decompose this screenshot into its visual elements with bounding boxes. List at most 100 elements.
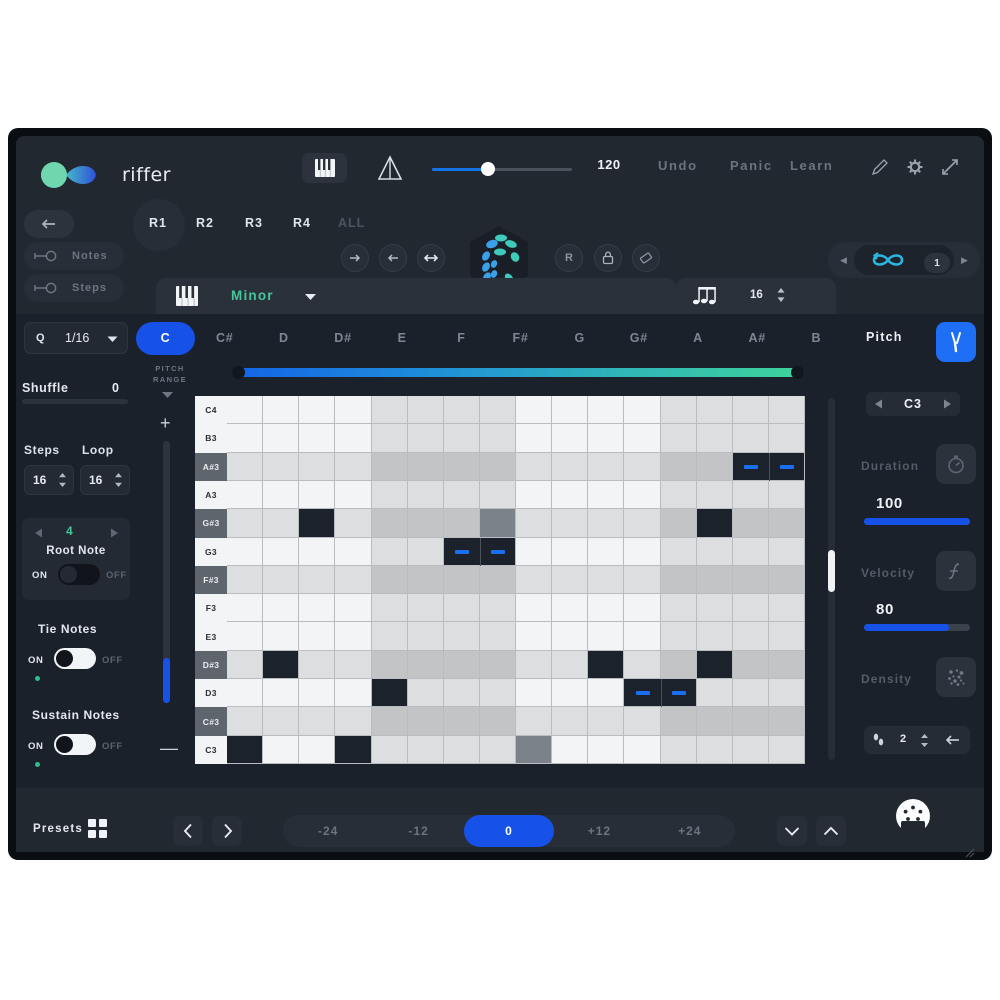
loop-prev-button[interactable]: ◀	[840, 255, 847, 266]
grid-cell[interactable]	[588, 481, 624, 509]
note-header-Csharp[interactable]: C#	[195, 322, 254, 355]
grid-cell[interactable]	[516, 424, 552, 452]
grid-cell[interactable]	[263, 622, 299, 650]
piano-roll-grid[interactable]	[227, 396, 805, 764]
grid-cell[interactable]	[661, 707, 697, 735]
grid-cell[interactable]	[480, 566, 516, 594]
grid-cell[interactable]	[552, 707, 588, 735]
tempo-slider[interactable]	[432, 166, 572, 172]
root-note-toggle[interactable]	[58, 564, 100, 585]
grid-cell[interactable]	[263, 453, 299, 481]
loop-count-selector[interactable]: ◀ 1 ▶	[828, 242, 980, 278]
note-header-G[interactable]: G	[550, 322, 609, 355]
grid-cell[interactable]	[444, 622, 480, 650]
grid-cell[interactable]	[516, 594, 552, 622]
grid-cell[interactable]	[588, 622, 624, 650]
piano-roll-scrollbar-thumb[interactable]	[828, 550, 835, 592]
grid-cell-highlight[interactable]	[516, 736, 552, 764]
grid-cell[interactable]	[624, 509, 660, 537]
note-header-E[interactable]: E	[373, 322, 432, 355]
note-block[interactable]	[227, 736, 262, 763]
piano-key-G3[interactable]: G3	[195, 538, 227, 566]
grid-cell[interactable]	[552, 538, 588, 566]
transpose-option-minus24[interactable]: -24	[283, 815, 373, 847]
grid-cell[interactable]	[624, 453, 660, 481]
grid-cell[interactable]	[299, 622, 335, 650]
grid-cell[interactable]	[588, 594, 624, 622]
settings-button[interactable]	[904, 156, 926, 178]
grid-cell[interactable]	[408, 679, 444, 707]
pitch-step-selector[interactable]: C3	[866, 392, 960, 416]
loop-stepper[interactable]: 16	[80, 465, 130, 495]
grid-cell[interactable]	[263, 424, 299, 452]
note-tie-marker[interactable]	[636, 691, 650, 695]
piano-key-Dsharp3[interactable]: D#3	[195, 651, 227, 679]
grid-cell[interactable]	[408, 509, 444, 537]
pencil-button[interactable]	[869, 156, 891, 178]
grid-cell[interactable]	[408, 396, 444, 424]
grid-cell[interactable]	[227, 453, 263, 481]
grid-cell[interactable]	[769, 538, 805, 566]
grid-cell[interactable]	[769, 622, 805, 650]
piano-key-Asharp3[interactable]: A#3	[195, 453, 227, 481]
grid-cell[interactable]	[588, 396, 624, 424]
grid-cell[interactable]	[588, 707, 624, 735]
grid-cell[interactable]	[444, 679, 480, 707]
grid-cell[interactable]	[661, 424, 697, 452]
swap-direction-button[interactable]	[417, 244, 445, 272]
note-header-Fsharp[interactable]: F#	[491, 322, 550, 355]
grid-cell[interactable]	[408, 538, 444, 566]
grid-cell[interactable]	[372, 651, 408, 679]
grid-cell[interactable]	[661, 622, 697, 650]
grid-cell[interactable]	[444, 453, 480, 481]
lock-button[interactable]	[594, 244, 622, 272]
grid-cell[interactable]	[227, 538, 263, 566]
grid-cell[interactable]	[480, 481, 516, 509]
grid-cell[interactable]	[299, 424, 335, 452]
note-header-Dsharp[interactable]: D#	[314, 322, 373, 355]
grid-cell[interactable]	[335, 594, 371, 622]
grid-cell[interactable]	[769, 594, 805, 622]
grid-cell[interactable]	[769, 651, 805, 679]
grid-cell[interactable]	[516, 651, 552, 679]
grid-cell[interactable]	[335, 396, 371, 424]
scale-mode-value[interactable]: Minor	[231, 288, 274, 303]
grid-cell[interactable]	[769, 707, 805, 735]
grid-cell[interactable]	[697, 594, 733, 622]
transpose-selector[interactable]: -24-120+12+24	[283, 815, 735, 847]
eraser-button[interactable]	[632, 244, 660, 272]
piano-key-Gsharp3[interactable]: G#3	[195, 509, 227, 537]
piano-key-F3[interactable]: F3	[195, 594, 227, 622]
grid-cell[interactable]	[372, 424, 408, 452]
grid-cell[interactable]	[227, 566, 263, 594]
step-forward-button[interactable]	[341, 244, 369, 272]
grid-cell[interactable]	[372, 566, 408, 594]
grid-cell[interactable]	[372, 453, 408, 481]
grid-cell[interactable]	[299, 736, 335, 764]
grid-cell[interactable]	[263, 509, 299, 537]
grid-cell[interactable]	[588, 679, 624, 707]
note-tie-marker[interactable]	[455, 550, 469, 554]
shuffle-slider[interactable]	[22, 399, 128, 404]
grid-cell[interactable]	[444, 396, 480, 424]
note-block[interactable]	[697, 651, 732, 678]
grid-cell[interactable]	[769, 481, 805, 509]
grid-cell[interactable]	[335, 538, 371, 566]
grid-cell[interactable]	[444, 707, 480, 735]
piano-key-D3[interactable]: D3	[195, 679, 227, 707]
grid-cell[interactable]	[552, 736, 588, 764]
grid-cell[interactable]	[697, 707, 733, 735]
randomize-r-button[interactable]: R	[555, 244, 583, 272]
note-header-Gsharp[interactable]: G#	[609, 322, 668, 355]
grid-cell[interactable]	[227, 707, 263, 735]
note-block[interactable]	[588, 651, 623, 678]
grid-cell[interactable]	[227, 622, 263, 650]
grid-cell[interactable]	[372, 481, 408, 509]
pitch-range-handle-low[interactable]	[232, 366, 245, 379]
grid-cell[interactable]	[624, 594, 660, 622]
grid-cell[interactable]	[516, 396, 552, 424]
grid-cell[interactable]	[263, 594, 299, 622]
grid-cell[interactable]	[624, 566, 660, 594]
piano-key-E3[interactable]: E3	[195, 622, 227, 650]
grid-cell[interactable]	[480, 679, 516, 707]
